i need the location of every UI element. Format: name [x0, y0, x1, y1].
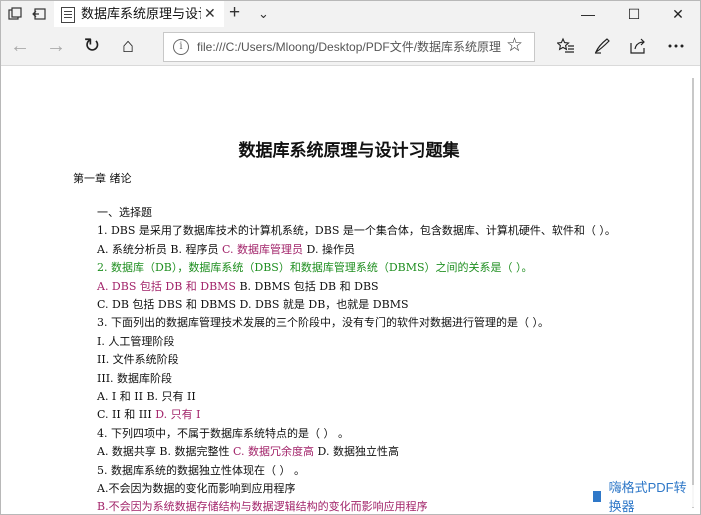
navigation-toolbar: ← → ↻ ⌂ i file:///C:/Users/Mloong/Deskto…: [1, 27, 700, 66]
document-line: A. 系统分析员 B. 程序员 C. 数据库管理员 D. 操作员: [97, 242, 355, 258]
pdf-file-icon: [61, 7, 75, 23]
back-arrow-icon: ←: [10, 35, 30, 57]
line-segment: D. 只有 I: [151, 408, 201, 422]
line-segment: A. DBS 包括 DB 和 DBMS: [97, 279, 236, 293]
document-line: A. 数据共享 B. 数据完整性 C. 数据冗余度高 D. 数据独立性高: [97, 444, 399, 460]
minimize-button[interactable]: —: [565, 1, 611, 27]
close-window-button[interactable]: ✕: [655, 1, 700, 27]
line-segment: C. 数据冗余度高: [233, 445, 315, 459]
scrollbar-thumb[interactable]: [692, 78, 694, 508]
document-line: I. 人工管理阶段: [97, 334, 175, 348]
watermark-text: 嗨格式PDF转换器: [608, 480, 687, 514]
document-title: 数据库系统原理与设计习题集: [238, 141, 460, 161]
line-segment: A. 数据共享 B. 数据完整性: [97, 445, 234, 459]
watermark-logo-icon: [593, 490, 601, 502]
minimize-icon: —: [581, 6, 595, 22]
set-aside-tabs-icon[interactable]: [5, 4, 25, 24]
document-line: 3. 下面列出的数据库管理技术发展的三个阶段中，没有专门的软件对数据进行管理的是…: [97, 316, 549, 330]
document-line: B.不会因为系统数据存储结构与数据逻辑结构的变化而影响应用程序: [97, 500, 428, 514]
tab-active[interactable]: 数据库系统原理与设计( ✕: [54, 1, 224, 27]
forward-arrow-icon: →: [46, 35, 66, 57]
line-segment: C. 数据库管理员: [222, 242, 304, 256]
document-line: 4. 下列四项中，不属于数据库系统特点的是（ ） 。: [97, 426, 349, 440]
document-line: II. 文件系统阶段: [97, 353, 179, 367]
document-line: C. DB 包括 DBS 和 DBMS D. DBS 就是 DB，也就是 DBM…: [97, 298, 409, 311]
tab-strip: 数据库系统原理与设计( ✕ + ⌄ — ☐ ✕: [1, 1, 700, 27]
back-button[interactable]: ←: [7, 33, 33, 59]
document-line: A.不会因为数据的变化而影响到应用程序: [97, 482, 296, 495]
document-line: 一、选择题: [97, 206, 152, 219]
home-button[interactable]: ⌂: [115, 33, 141, 59]
pdf-page: 数据库系统原理与设计习题集 第一章 绪论 一、选择题 1. DBS 是采用了数据库…: [9, 68, 689, 514]
restore-tabs-icon[interactable]: [29, 4, 49, 24]
maximize-button[interactable]: ☐: [611, 1, 657, 27]
home-icon: ⌂: [121, 35, 135, 57]
address-url[interactable]: file:///C:/Users/Mloong/Desktop/PDF文件/数据…: [197, 39, 501, 55]
more-icon[interactable]: [663, 33, 689, 59]
forward-button[interactable]: →: [43, 33, 69, 59]
line-segment: D. 数据独立性高: [314, 445, 399, 459]
line-segment: B. DBMS 包括 DB 和 DBS: [235, 279, 379, 293]
info-icon[interactable]: i: [173, 39, 189, 55]
new-tab-icon[interactable]: +: [229, 2, 240, 24]
tab-close-icon[interactable]: ✕: [204, 4, 216, 22]
chapter-heading: 第一章 绪论: [73, 172, 132, 185]
line-segment: C. II 和 III: [97, 408, 152, 422]
maximize-icon: ☐: [627, 5, 641, 22]
document-line: A. I 和 II B. 只有 II: [97, 390, 196, 403]
vertical-scrollbar[interactable]: [689, 66, 700, 514]
share-icon[interactable]: [625, 33, 651, 59]
line-segment: D. 操作员: [303, 242, 355, 256]
document-line: III. 数据库阶段: [97, 371, 173, 385]
tab-title: 数据库系统原理与设计(: [81, 6, 201, 21]
refresh-button[interactable]: ↻: [79, 33, 105, 59]
browser-window: 数据库系统原理与设计( ✕ + ⌄ — ☐ ✕ ← → ↻ ⌂ i file:/…: [0, 0, 701, 515]
document-line: C. II 和 III D. 只有 I: [97, 407, 201, 423]
document-line: 1. DBS 是采用了数据库技术的计算机系统，DBS 是一个集合体，包含数据库、…: [97, 224, 616, 238]
favorite-star-icon[interactable]: ☆: [506, 36, 523, 56]
favorites-list-icon[interactable]: [553, 33, 579, 59]
refresh-icon: ↻: [83, 35, 101, 57]
line-segment: A. 系统分析员 B. 程序员: [97, 242, 223, 256]
watermark: 嗨格式PDF转换器: [589, 480, 700, 514]
document-line: 2. 数据库（DB），数据库系统（DBS）和数据库管理系统（DBMS）之间的关系…: [97, 261, 533, 275]
document-line: 5. 数据库系统的数据独立性体现在（ ） 。: [97, 463, 305, 477]
address-bar[interactable]: i file:///C:/Users/Mloong/Desktop/PDF文件/…: [163, 32, 535, 62]
document-line: A. DBS 包括 DB 和 DBMS B. DBMS 包括 DB 和 DBS: [97, 279, 379, 295]
tab-list-chevron-icon[interactable]: ⌄: [258, 3, 269, 25]
close-icon: ✕: [672, 5, 684, 22]
pen-icon[interactable]: [589, 33, 615, 59]
